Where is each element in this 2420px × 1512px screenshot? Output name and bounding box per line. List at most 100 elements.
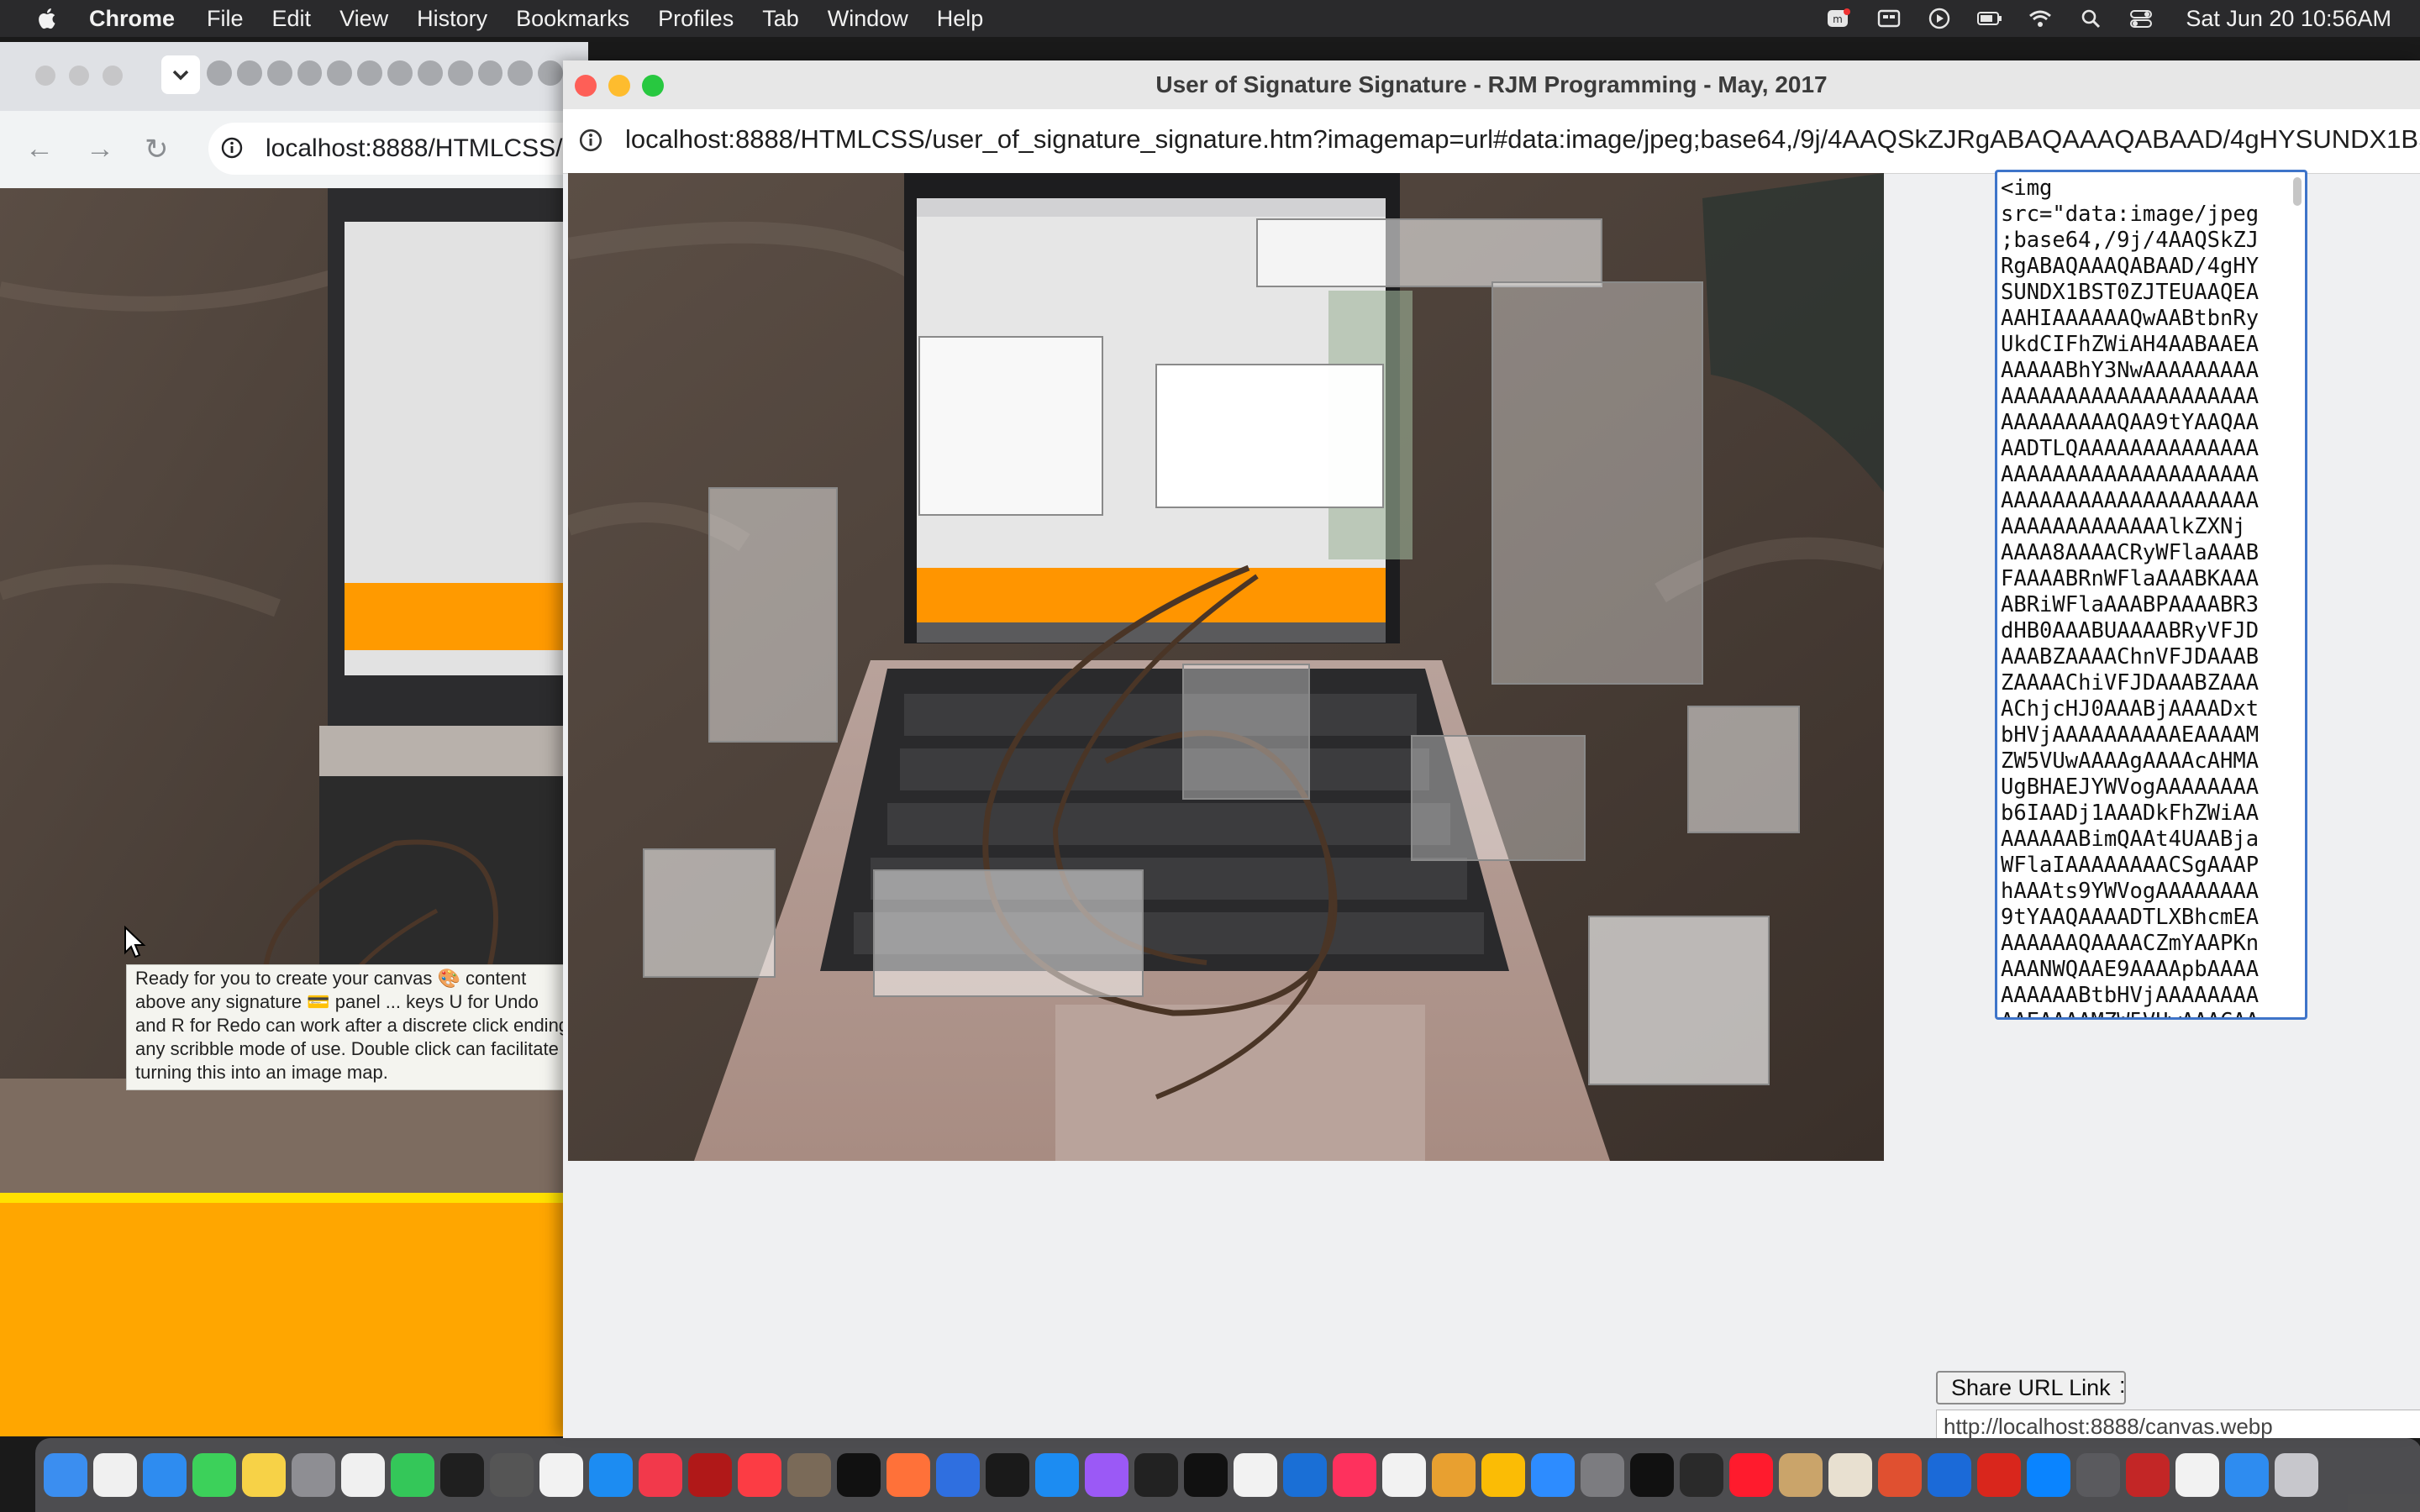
menu-profiles[interactable]: Profiles [658, 6, 734, 32]
bluetooth-icon[interactable] [2027, 1453, 2070, 1497]
window-title: User of Signature Signature - RJM Progra… [1155, 71, 1828, 97]
close-window-button[interactable] [35, 66, 55, 86]
window-titlebar: User of Signature Signature - RJM Progra… [563, 60, 2420, 110]
chrome-icon[interactable] [1481, 1453, 1525, 1497]
browser-toolbar: ← → ↻ localhost:8888/HTMLCSS/ [0, 111, 588, 189]
mm-icon[interactable]: m [1826, 8, 1851, 29]
zoom-icon[interactable] [1531, 1453, 1575, 1497]
news-icon[interactable] [639, 1453, 682, 1497]
wifi-icon[interactable] [2028, 8, 2053, 29]
menu-edit[interactable]: Edit [272, 6, 312, 32]
firefox-icon[interactable] [886, 1453, 930, 1497]
screen-icon[interactable] [1876, 8, 1902, 29]
preview-icon[interactable] [1382, 1453, 1426, 1497]
filezilla-icon[interactable] [688, 1453, 732, 1497]
minimize-window-button[interactable] [69, 66, 89, 86]
system-settings-icon[interactable] [1581, 1453, 1624, 1497]
orange-panel [0, 1193, 588, 1436]
apple-tv-icon[interactable] [837, 1453, 881, 1497]
rcommander-icon[interactable] [1680, 1453, 1723, 1497]
menu-window[interactable]: Window [828, 6, 908, 32]
netnewswire-icon[interactable] [1878, 1453, 1922, 1497]
image-code-text[interactable]: <img src="data:image/jpeg ;base64,/9j/4A… [1997, 172, 2305, 1017]
menu-help[interactable]: Help [937, 6, 984, 32]
share-url-field[interactable]: http://localhost:8888/canvas.webp [1936, 1410, 2420, 1438]
info-icon[interactable] [578, 128, 603, 153]
mail-icon[interactable] [143, 1453, 187, 1497]
calculator-icon[interactable] [490, 1453, 534, 1497]
battery-icon[interactable] [1977, 8, 2002, 29]
pixelmator-icon[interactable] [1432, 1453, 1476, 1497]
signature-canvas-image[interactable] [568, 173, 1884, 1161]
dock [35, 1438, 2420, 1512]
messages-icon[interactable] [192, 1453, 236, 1497]
textedit-icon[interactable] [539, 1453, 583, 1497]
podcasts-icon[interactable] [1085, 1453, 1128, 1497]
facetime-icon[interactable] [391, 1453, 434, 1497]
chevron-down-icon [172, 70, 189, 81]
address-bar[interactable]: localhost:8888/HTMLCSS/ [208, 123, 588, 175]
safari-icon[interactable] [1035, 1453, 1079, 1497]
tab-strip [0, 42, 588, 111]
menu-app-chrome[interactable]: Chrome [89, 6, 175, 32]
address-text[interactable]: localhost:8888/HTMLCSS/ [266, 134, 563, 163]
menu-view[interactable]: View [339, 6, 388, 32]
apple-icon[interactable] [35, 6, 60, 31]
menu-bar: Chrome File Edit View History Bookmarks … [0, 0, 2420, 37]
xcode-icon[interactable] [1928, 1453, 1971, 1497]
share-url-link-button[interactable]: Share URL Link [1936, 1371, 2126, 1404]
menubar-clock[interactable]: Sat Jun 20 10:56AM [2186, 6, 2391, 32]
safari-tech-icon[interactable] [936, 1453, 980, 1497]
menu-bookmarks[interactable]: Bookmarks [516, 6, 629, 32]
freeform-icon[interactable] [341, 1453, 385, 1497]
tableplus-icon[interactable] [1828, 1453, 1872, 1497]
finder-2-icon[interactable] [2225, 1453, 2269, 1497]
textarea-scrollbar[interactable] [2293, 177, 2302, 206]
photo-booth-icon[interactable] [2126, 1453, 2170, 1497]
launchpad-icon[interactable] [292, 1453, 335, 1497]
contacts-icon[interactable] [1779, 1453, 1823, 1497]
url-bar[interactable]: localhost:8888/HTMLCSS/user_of_signature… [563, 109, 2420, 174]
svg-text:m: m [1833, 13, 1843, 25]
mouse-pointer-icon [124, 926, 146, 958]
acrobat-icon[interactable] [1977, 1453, 2021, 1497]
search-icon[interactable] [2078, 8, 2103, 29]
info-icon[interactable] [220, 136, 244, 160]
tab-search-button[interactable] [161, 55, 200, 94]
music-icon[interactable] [738, 1453, 781, 1497]
reminders-icon[interactable] [93, 1453, 137, 1497]
share-colon: : [2119, 1373, 2126, 1398]
tab-favicons[interactable] [207, 60, 588, 91]
notes-icon[interactable] [242, 1453, 286, 1497]
status-area: m Sat Jun 20 10:56AM [1826, 0, 2391, 37]
terminal-icon[interactable] [440, 1453, 484, 1497]
trash-icon[interactable] [2275, 1453, 2318, 1497]
intellij-icon[interactable] [1333, 1453, 1376, 1497]
zoom-window-button[interactable] [103, 66, 123, 86]
app-store-icon[interactable] [589, 1453, 633, 1497]
screenshot-icon[interactable] [2076, 1453, 2120, 1497]
background-browser-window: ← → ↻ localhost:8888/HTMLCSS/ [0, 42, 588, 1436]
back-arrow-icon[interactable]: ← [25, 133, 54, 165]
reload-icon[interactable]: ↻ [145, 133, 169, 166]
menu-file[interactable]: File [207, 6, 244, 32]
tooltip-help: Ready for you to create your canvas 🎨 co… [126, 964, 580, 1090]
play-icon[interactable] [1927, 8, 1952, 29]
mission-control-icon[interactable] [2175, 1453, 2219, 1497]
url-text[interactable]: localhost:8888/HTMLCSS/user_of_signature… [625, 124, 2420, 155]
console-icon[interactable] [1134, 1453, 1178, 1497]
terminal-2-icon[interactable] [1184, 1453, 1228, 1497]
inkscape-icon[interactable] [1630, 1453, 1674, 1497]
finder-icon[interactable] [44, 1453, 87, 1497]
bbedit-icon[interactable] [986, 1453, 1029, 1497]
menu-tab[interactable]: Tab [762, 6, 799, 32]
forward-arrow-icon[interactable]: → [86, 133, 114, 165]
control-center-icon[interactable] [2128, 8, 2154, 29]
opera-icon[interactable] [1729, 1453, 1773, 1497]
foreground-browser-window: User of Signature Signature - RJM Progra… [563, 60, 2420, 1438]
gimp-icon[interactable] [787, 1453, 831, 1497]
calendar-icon[interactable] [1234, 1453, 1277, 1497]
menu-history[interactable]: History [417, 6, 487, 32]
image-code-textarea[interactable]: <img src="data:image/jpeg ;base64,/9j/4A… [1995, 170, 2307, 1020]
quicktime-icon[interactable] [1283, 1453, 1327, 1497]
